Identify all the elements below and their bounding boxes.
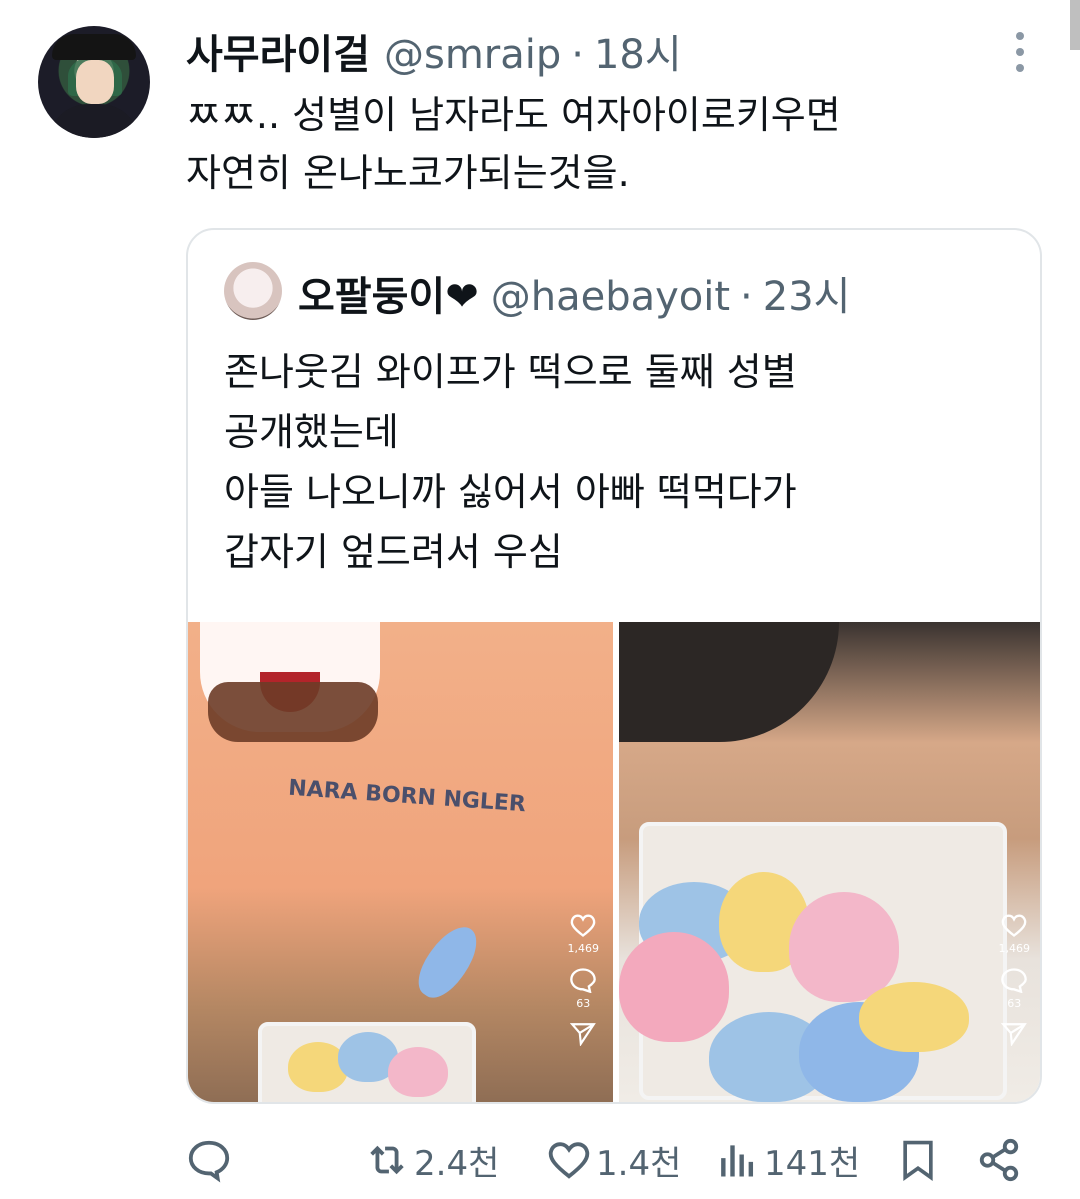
like-count: 1.4천 [596, 1143, 682, 1184]
heart-icon [1001, 914, 1027, 937]
quoted-time: 23시 [762, 274, 851, 320]
quoted-avatar[interactable] [224, 262, 282, 320]
hair-shadow [619, 622, 839, 742]
send-icon [1001, 1023, 1028, 1046]
tweet-text-line: 자연히 온나노코가되는것을. [186, 151, 630, 195]
reply-button[interactable] [186, 1132, 236, 1188]
quoted-text: 존나웃김 와이프가 떡으로 둘째 성별 공개했는데 아들 나오니까 싫어서 아빠… [224, 342, 1024, 582]
comment-icon [570, 968, 597, 993]
scrollbar[interactable] [1070, 0, 1080, 50]
author-name[interactable]: 사무라이걸 [186, 22, 370, 80]
reply-icon [188, 1140, 230, 1183]
bookmark-icon [903, 1140, 933, 1181]
views-count: 141천 [764, 1143, 861, 1184]
overlay-like-count: 1,469 [567, 942, 600, 955]
views-icon [721, 1145, 754, 1177]
quoted-header: 오팔둥이❤ @haebayoit · 23시 [298, 264, 850, 322]
views-button[interactable]: 141천 [716, 1132, 860, 1188]
hands-over-face [208, 682, 378, 742]
like-button[interactable]: 1.4천 [546, 1132, 681, 1188]
tweet-actions: 2.4천 1.4천 141천 [186, 1132, 1036, 1188]
avatar[interactable] [38, 26, 150, 138]
share-button[interactable] [976, 1132, 1022, 1188]
overlay-like-count: 1,469 [998, 942, 1031, 955]
quoted-author-name: 오팔둥이❤ [298, 274, 479, 320]
more-icon[interactable] [1008, 32, 1032, 72]
author-handle[interactable]: @smraip [384, 32, 561, 78]
separator-dot: · [740, 274, 753, 320]
tweet-text: ㅉㅉ.. 성별이 남자라도 여자아이로키우면 자연히 온나노코가되는것을. [186, 86, 1046, 202]
bookmark-button[interactable] [896, 1132, 940, 1188]
heart-icon [548, 1142, 590, 1179]
separator-dot: · [571, 32, 584, 78]
overlay-comment-count: 63 [1007, 997, 1022, 1010]
shirt-print: NARA BORN NGLER [287, 775, 527, 818]
tweet-header: 사무라이걸 @smraip · 18시 [186, 22, 682, 78]
retweet-button[interactable]: 2.4천 [364, 1132, 499, 1188]
quoted-text-line: 공개했는데 [224, 410, 399, 454]
quoted-text-line: 갑자기 엎드려서 우심 [224, 530, 563, 574]
heart-icon [570, 914, 596, 937]
retweet-count: 2.4천 [414, 1143, 500, 1184]
media-image-1[interactable]: NARA BORN NGLER 1,469 63 [188, 622, 613, 1102]
share-icon [979, 1138, 1019, 1182]
tweet-time[interactable]: 18시 [594, 22, 682, 80]
quoted-text-line: 아들 나오니까 싫어서 아빠 떡먹다가 [224, 470, 797, 514]
quoted-author-handle: @haebayoit [490, 274, 731, 320]
media-image-2[interactable]: 1,469 63 [619, 622, 1040, 1102]
overlay-comment-count: 63 [576, 997, 591, 1010]
tweet-text-line: ㅉㅉ.. 성별이 남자라도 여자아이로키우면 [186, 93, 841, 137]
quoted-tweet[interactable]: 오팔둥이❤ @haebayoit · 23시 존나웃김 와이프가 떡으로 둘째 … [186, 228, 1042, 1104]
send-icon [570, 1023, 597, 1046]
comment-icon [1001, 968, 1028, 993]
media-overlay-icons: 1,469 63 [567, 912, 600, 1046]
media-overlay-icons: 1,469 63 [998, 912, 1031, 1046]
retweet-icon [370, 1145, 404, 1175]
quoted-text-line: 존나웃김 와이프가 떡으로 둘째 성별 [224, 350, 797, 394]
